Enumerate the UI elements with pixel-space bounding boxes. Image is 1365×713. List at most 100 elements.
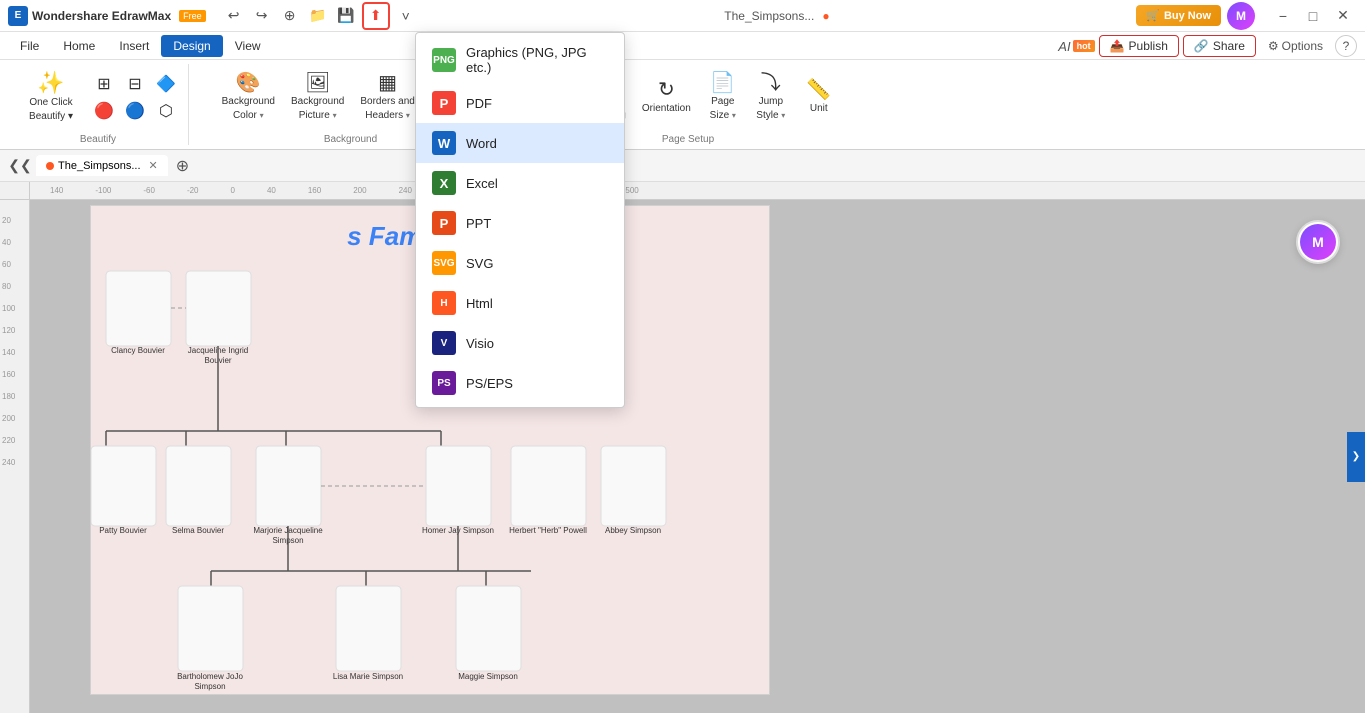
unit-button[interactable]: 📏 Unit <box>797 76 841 118</box>
dropdown-arrow-ps: ▾ <box>732 111 736 120</box>
export-ppt-item[interactable]: P PPT <box>416 203 624 243</box>
publish-button[interactable]: 📤 Publish <box>1099 35 1179 57</box>
undo-button[interactable]: ↩ <box>222 4 246 28</box>
ruler-h-mark: 500 <box>625 186 638 195</box>
ribbon-group-beautify: ✨ One Click Beautify ▾ ⊞ ⊟ 🔷 <box>8 64 189 145</box>
orientation-label: Orientation <box>642 103 691 114</box>
layout-icon-3: 🔷 <box>156 74 176 94</box>
layout-btn-1[interactable]: ⊞ <box>90 72 118 96</box>
bg-color-label2: Color ▾ <box>233 110 264 121</box>
ruler-horizontal: 140 -100 -60 -20 0 40 160 200 240 280 36… <box>30 182 1365 200</box>
share-button[interactable]: 🔗 Share <box>1183 35 1256 57</box>
background-group-label: Background <box>324 130 377 145</box>
ai-label: AI <box>1058 39 1070 54</box>
export-pseps-item[interactable]: PS PS/EPS <box>416 363 624 403</box>
ruler-v-mark: 120 <box>2 320 15 342</box>
tab-close-icon[interactable]: ✕ <box>149 159 158 172</box>
bg-color-label: Background <box>222 96 275 107</box>
menu-view[interactable]: View <box>223 35 273 57</box>
buy-now-icon: 🛒 <box>1146 9 1160 22</box>
export-word-item[interactable]: W Word <box>416 123 624 163</box>
ruler-v-mark: 180 <box>2 386 15 408</box>
ruler-h-mark: 240 <box>399 186 412 195</box>
export-graphics-item[interactable]: PNG Graphics (PNG, JPG etc.) <box>416 37 624 83</box>
doc-title: The_Simpsons... ● <box>418 9 1137 23</box>
toolbar-area: ❮❮ The_Simpsons... ✕ ⊕ <box>0 150 1365 182</box>
open-button[interactable]: 📁 <box>306 4 330 28</box>
gear-icon: ⚙ <box>1268 39 1279 53</box>
export-ppt-label: PPT <box>466 216 491 231</box>
svg-text:Maggie Simpson: Maggie Simpson <box>458 672 518 681</box>
layout-btn-5[interactable]: 🔵 <box>121 99 149 123</box>
menu-home[interactable]: Home <box>51 35 107 57</box>
one-click-beautify-button[interactable]: ✨ One Click Beautify ▾ <box>16 68 86 126</box>
right-panel-toggle[interactable]: ❯ <box>1347 432 1365 482</box>
save-button[interactable]: 💾 <box>334 4 358 28</box>
tab-simpsons[interactable]: The_Simpsons... ✕ <box>36 155 168 176</box>
export-pdf-label: PDF <box>466 96 492 111</box>
background-color-button[interactable]: 🎨 Background Color ▾ <box>216 69 281 125</box>
minimize-button[interactable]: − <box>1269 2 1297 30</box>
excel-icon: X <box>432 171 456 195</box>
ruler-h-mark: 160 <box>308 186 321 195</box>
chevron-right-icon: ❯ <box>1352 451 1360 462</box>
user-avatar[interactable]: M <box>1227 2 1255 30</box>
export-pdf-item[interactable]: P PDF <box>416 83 624 123</box>
pdf-icon: P <box>432 91 456 115</box>
borders-label: Borders and <box>360 96 414 107</box>
options-button[interactable]: ⚙ Options <box>1260 36 1331 56</box>
menu-insert[interactable]: Insert <box>107 35 161 57</box>
title-bar-actions: ↩ ↪ ⊕ 📁 💾 ⬆ ˅ <box>222 2 418 30</box>
more-button[interactable]: ˅ <box>394 4 418 28</box>
export-pseps-label: PS/EPS <box>466 376 513 391</box>
close-button[interactable]: ✕ <box>1329 2 1357 30</box>
menu-design[interactable]: Design <box>161 35 222 57</box>
layout-btn-6[interactable]: ⬡ <box>152 99 180 123</box>
help-button[interactable]: ? <box>1335 35 1357 57</box>
ruler-v-mark: 60 <box>2 254 15 276</box>
beautify-icon: ✨ <box>37 72 64 94</box>
export-button[interactable]: ⬆ <box>364 4 388 28</box>
background-picture-icon: 🖼 <box>305 73 330 93</box>
export-visio-item[interactable]: V Visio <box>416 323 624 363</box>
export-excel-item[interactable]: X Excel <box>416 163 624 203</box>
add-tab-button[interactable]: ⊕ <box>172 156 193 176</box>
export-html-item[interactable]: H Html <box>416 283 624 323</box>
title-dot: ● <box>822 9 829 23</box>
jump-style-button[interactable]: ⤵ Jump Style ▾ <box>749 69 793 125</box>
ruler-v-mark: 20 <box>2 210 15 232</box>
publish-icon: 📤 <box>1110 39 1125 53</box>
layout-btn-2[interactable]: ⊟ <box>121 72 149 96</box>
svg-icon: SVG <box>432 251 456 275</box>
share-icon: 🔗 <box>1194 39 1209 53</box>
layout-btn-4[interactable]: 🔴 <box>90 99 118 123</box>
layout-btn-3[interactable]: 🔷 <box>152 72 180 96</box>
ruler-v-mark: 40 <box>2 232 15 254</box>
buy-now-button[interactable]: 🛒 Buy Now <box>1136 5 1221 26</box>
export-html-label: Html <box>466 296 493 311</box>
unit-icon: 📏 <box>806 80 831 100</box>
borders-headers-button[interactable]: ▦ Borders and Headers ▾ <box>354 69 420 125</box>
floating-assistant[interactable]: M <box>1296 220 1340 264</box>
graphics-icon: PNG <box>432 48 456 72</box>
collapse-panel-button[interactable]: ❮❮ <box>8 154 32 178</box>
beautify-label2: Beautify ▾ <box>29 111 73 122</box>
redo-button[interactable]: ↪ <box>250 4 274 28</box>
background-picture-button[interactable]: 🖼 Background Picture ▾ <box>285 69 350 125</box>
new-button[interactable]: ⊕ <box>278 4 302 28</box>
canvas-area[interactable]: s Family Tree Clancy Bouvier Jacqueline … <box>30 200 1365 713</box>
svg-text:Herbert "Herb" Powell: Herbert "Herb" Powell <box>509 526 587 535</box>
doc-title-text: The_Simpsons... <box>724 9 814 23</box>
export-svg-item[interactable]: SVG SVG <box>416 243 624 283</box>
ruler-h-mark: 200 <box>353 186 366 195</box>
app-logo-icon: E <box>8 6 28 26</box>
menu-file[interactable]: File <box>8 35 51 57</box>
svg-text:Selma Bouvier: Selma Bouvier <box>172 526 224 535</box>
orientation-button[interactable]: ↻ Orientation <box>636 76 697 118</box>
canvas-wrapper: 140 -100 -60 -20 0 40 160 200 240 280 36… <box>30 182 1365 713</box>
page-size-button[interactable]: 📄 Page Size ▾ <box>701 69 745 125</box>
maximize-button[interactable]: □ <box>1299 2 1327 30</box>
page-setup-group-label: Page Setup <box>662 130 714 145</box>
svg-text:Simpson: Simpson <box>194 682 225 691</box>
orientation-icon: ↻ <box>658 80 675 100</box>
